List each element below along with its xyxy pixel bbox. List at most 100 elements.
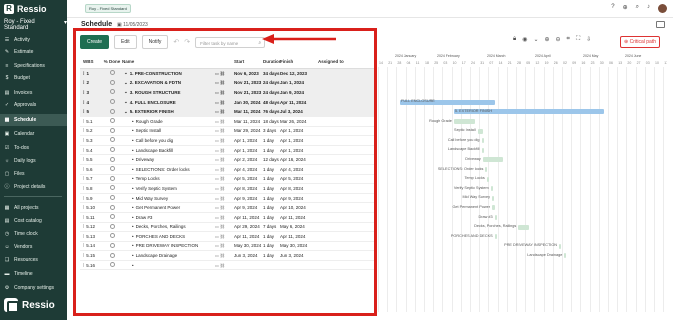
done-cell[interactable] [102,127,122,134]
duration-cell[interactable]: 18 days [263,119,280,124]
gantt-bar[interactable] [490,186,493,192]
link-icon[interactable]: ⛓ [220,234,225,239]
duration-cell[interactable]: 1 day [263,148,280,153]
table-row[interactable]: ⁞ 5.15 • Landscape Drainage ▭ ⛓ Jun 3, 2024 1 … [80,251,374,261]
table-row[interactable]: ⁞ 5.4 • Landscape Backfill ▭ ⛓ Apr 1, 2024 1 d… [80,146,374,156]
name-cell[interactable]: • Landscape Drainage [122,253,215,258]
link-icon[interactable]: ⛓ [220,148,225,153]
start-cell[interactable]: Apr 2, 2024 [234,157,263,162]
name-cell[interactable]: ⌄ 2. EXCAVATION & FDTN [122,80,215,86]
name-cell[interactable]: • Draw #3 [122,215,215,220]
finish-cell[interactable]: Apr 1, 2024 [280,138,318,143]
gantt-bar[interactable] [485,167,488,172]
table-row[interactable]: ⁞ 4 ⌄ 4. FULL ENCLOSURE ▭ ⛓ Jan 30, 2024 48 da… [80,97,374,108]
col-finish[interactable]: Finish [280,59,318,64]
duration-cell[interactable]: 24 days [263,80,280,85]
link-icon[interactable]: ⛓ [220,176,225,181]
comment-icon[interactable]: ▭ [215,205,219,210]
start-cell[interactable]: Mar 11, 2024 [234,119,263,124]
finish-cell[interactable]: Apr 1, 2024 [280,128,318,133]
sidebar-item-invoices[interactable]: ▤ Invoices [0,87,67,99]
sidebar-item-schedule[interactable]: ▦ Schedule [0,114,67,126]
start-cell[interactable]: Nov 6, 2023 [234,71,263,76]
sidebar-item-cost-catalog[interactable]: ▤ Cost catalog [0,215,67,227]
lock-icon[interactable]: 🔒︎ [513,36,516,43]
comment-icon[interactable]: ▭ [215,224,219,229]
col-wbs[interactable]: WBS [80,59,102,64]
done-cell[interactable] [102,233,122,239]
name-cell[interactable]: • Get Permanent Power [122,205,215,210]
link-icon[interactable]: ⛓ [220,224,225,229]
drag-handle-icon[interactable]: ⁞ [83,196,84,201]
done-cell[interactable] [102,185,122,191]
finish-cell[interactable]: Apr 11, 2024 [280,215,318,220]
name-cell[interactable]: • Mid Way Survey [122,196,215,201]
sidebar-item-activity[interactable]: ☰ Activity [0,34,67,46]
drag-handle-icon[interactable]: ⁞ [83,176,84,181]
finish-cell[interactable]: Apr 1, 2024 [280,148,318,153]
drag-handle-icon[interactable]: ⁞ [83,234,84,239]
name-cell[interactable]: • [122,263,215,268]
duration-cell[interactable]: 7 days [263,224,280,229]
comment-icon[interactable]: ▭ [215,80,219,85]
finish-cell[interactable]: Jul 3, 2024 [280,109,318,114]
duration-cell[interactable]: 12 days [263,157,280,162]
name-cell[interactable]: • PRE DRIVEWAY INSPECTION [122,243,215,248]
edit-button[interactable]: Edit [114,35,137,49]
comment-icon[interactable]: ▭ [215,119,219,124]
sidebar-item-calendar[interactable]: ▣ Calendar [0,128,67,140]
name-cell[interactable]: • SELECTIONS: Order locks [122,167,215,172]
name-cell[interactable]: • Rough Grade [122,119,215,124]
done-cell[interactable] [102,118,122,124]
gantt-bar[interactable] [559,243,562,249]
name-cell[interactable]: • Verify Septic System [122,186,215,191]
name-cell[interactable]: • Temp Locks [122,176,215,181]
duration-cell[interactable]: 1 day [263,215,280,220]
redo-icon[interactable]: ↷ [184,38,190,46]
comment-icon[interactable]: ▭ [215,253,219,258]
sidebar-item-time-clock[interactable]: ◷ Time clock [0,228,67,240]
sidebar-item-vendors[interactable]: ☺ Vendors [0,241,67,253]
search-icon[interactable]: ⌕ [636,4,639,13]
sidebar-item-company-settings[interactable]: ⚙ Company settings [0,282,67,294]
name-cell[interactable]: • PORCHES AND DECKS [122,234,215,239]
drag-handle-icon[interactable]: ⁞ [83,71,85,76]
start-cell[interactable]: Apr 1, 2024 [234,148,263,153]
sidebar-item-all-projects[interactable]: ▦ All projects [0,202,67,214]
table-row[interactable]: ⁞ 5.1 • Rough Grade ▭ ⛓ Mar 11, 2024 18 days Ma… [80,117,374,127]
drag-handle-icon[interactable]: ⁞ [83,119,84,124]
table-row[interactable]: ⁞ 5.13 • PORCHES AND DECKS ▭ ⛓ Apr 11, 2024 1 … [80,232,374,242]
drag-handle-icon[interactable]: ⁞ [83,215,84,220]
table-row[interactable]: ⁞ 5.16 • ▭ ⛓ [80,261,374,271]
drag-handle-icon[interactable]: ⁞ [83,138,84,143]
link-icon[interactable]: ⛓ [220,80,225,85]
duration-cell[interactable]: 1 day [263,234,280,239]
add-icon[interactable]: ⊕ [623,4,628,13]
comment-icon[interactable]: ▭ [215,263,219,268]
finish-cell[interactable]: Apr 10, 2024 [280,205,318,210]
finish-cell[interactable]: Apr 4, 2024 [280,167,318,172]
finish-cell[interactable]: Jun 3, 2024 [280,253,318,258]
start-cell[interactable]: Nov 21, 2023 [234,80,263,85]
zoom-out-icon[interactable]: ⊖ [556,36,561,43]
link-icon[interactable]: ⛓ [220,109,225,114]
comment-icon[interactable]: ▭ [215,109,219,114]
table-row[interactable]: ⁞ 5.14 • PRE DRIVEWAY INSPECTION ▭ ⛓ May 30, … [80,242,374,252]
duration-cell[interactable]: 76 days [263,109,280,114]
comment-icon[interactable]: ▭ [215,234,219,239]
table-row[interactable]: ⁞ 5.10 • Get Permanent Power ▭ ⛓ Apr 9, 2024 1… [80,203,374,213]
gantt-bar[interactable] [453,119,475,124]
col-assigned[interactable]: Assigned to [318,59,358,64]
start-cell[interactable]: Jun 3, 2024 [234,253,263,258]
filter-input[interactable]: Filter task by name ⌕ [195,36,266,48]
done-cell[interactable] [102,99,122,105]
gantt-bar[interactable] [564,253,567,259]
sidebar-item-specifications[interactable]: ≡ Specifications [0,60,67,72]
drag-handle-icon[interactable]: ⁞ [83,186,84,191]
duration-cell[interactable]: 1 day [263,186,280,191]
link-icon[interactable]: ⛓ [220,71,225,76]
name-cell[interactable]: ⌄ 5. EXTERIOR FINISH [122,109,215,115]
name-cell[interactable]: • Landscape Backfill [122,148,215,153]
start-cell[interactable]: Apr 9, 2024 [234,205,263,210]
table-row[interactable]: ⁞ 5.5 • Driveway ▭ ⛓ Apr 2, 2024 12 days Apr 16… [80,155,374,165]
